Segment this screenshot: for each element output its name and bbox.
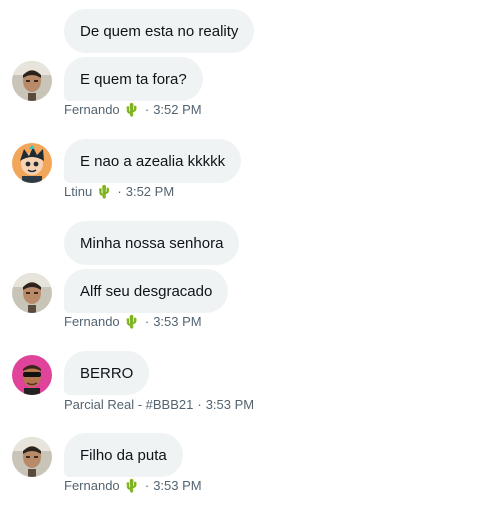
- avatar-fernando[interactable]: [12, 61, 52, 101]
- sender-name[interactable]: Fernando: [64, 478, 120, 493]
- message-bubble[interactable]: Filho da puta: [64, 433, 183, 477]
- message-meta: Fernando 🌵 · 3:53 PM: [64, 314, 202, 329]
- message-meta: Fernando 🌵 · 3:53 PM: [64, 478, 202, 493]
- message-bubble[interactable]: Minha nossa senhora: [64, 221, 240, 265]
- message-bubble[interactable]: De quem esta no reality: [64, 9, 255, 53]
- timestamp: 3:53 PM: [205, 397, 255, 412]
- separator: ·: [117, 184, 122, 199]
- message-meta: Ltinu 🌵 · 3:52 PM: [64, 184, 174, 199]
- cactus-icon: 🌵: [123, 102, 140, 117]
- sender-name[interactable]: Fernando: [64, 314, 120, 329]
- message-bubble[interactable]: Alff seu desgracado: [64, 269, 229, 313]
- timestamp: 3:53 PM: [153, 478, 202, 493]
- message-bubble[interactable]: E nao a azealia kkkkk: [64, 139, 242, 183]
- message-meta: Parcial Real - #BBB21 · 3:53 PM: [64, 397, 254, 412]
- separator: ·: [144, 102, 150, 117]
- separator: ·: [144, 478, 150, 493]
- sender-name[interactable]: Fernando: [64, 102, 120, 117]
- cactus-icon: 🌵: [123, 478, 140, 493]
- message-bubble[interactable]: E quem ta fora?: [64, 57, 203, 101]
- timestamp: 3:52 PM: [125, 184, 175, 199]
- separator: ·: [197, 397, 202, 412]
- message-meta: Fernando 🌵 · 3:52 PM: [64, 102, 202, 117]
- avatar-fernando[interactable]: [12, 437, 52, 477]
- cactus-icon: 🌵: [123, 314, 140, 329]
- sender-name[interactable]: Parcial Real - #BBB21: [64, 397, 193, 412]
- cactus-icon: 🌵: [96, 184, 113, 199]
- sender-name[interactable]: Ltinu: [64, 184, 92, 199]
- timestamp: 3:53 PM: [153, 314, 202, 329]
- avatar-parcial-real[interactable]: [12, 355, 52, 395]
- message-bubble[interactable]: BERRO: [64, 351, 150, 395]
- avatar-ltinu[interactable]: [12, 143, 52, 183]
- separator: ·: [144, 314, 150, 329]
- avatar-fernando[interactable]: [12, 273, 52, 313]
- timestamp: 3:52 PM: [153, 102, 202, 117]
